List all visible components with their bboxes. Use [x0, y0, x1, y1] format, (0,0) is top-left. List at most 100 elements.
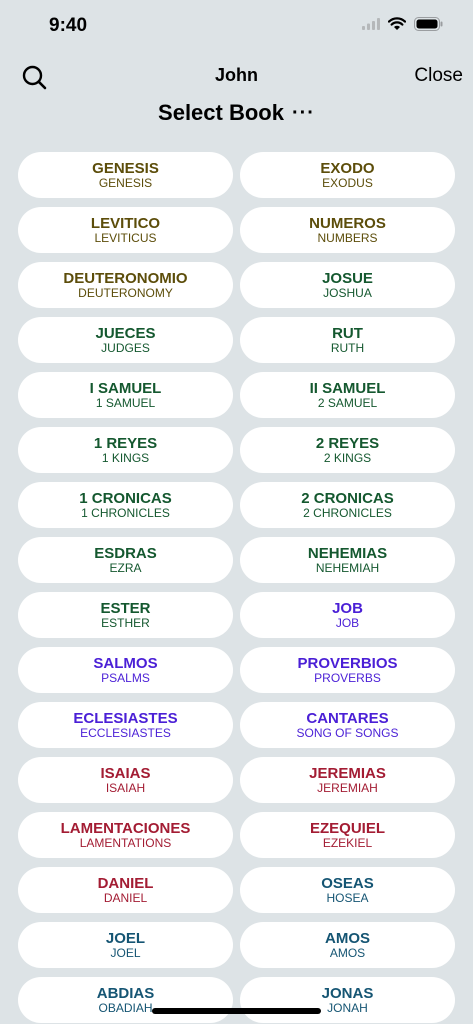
book-button-jonah[interactable]: JONAS JONAH — [240, 977, 455, 1023]
battery-icon — [414, 17, 443, 31]
book-name-spanish: JOEL — [105, 929, 146, 947]
book-button-job[interactable]: JOB JOB — [240, 592, 455, 638]
home-indicator — [152, 1008, 321, 1014]
book-name-english: DEUTERONOMY — [78, 285, 173, 300]
book-name-english: JUDGES — [101, 340, 150, 355]
book-name-spanish: JEREMIAS — [309, 764, 386, 782]
book-name-spanish: EZEQUIEL — [309, 819, 385, 837]
book-name-spanish: ECLESIASTES — [73, 709, 178, 727]
book-name-english: 2 CHRONICLES — [303, 505, 392, 520]
book-name-spanish: LEVITICO — [90, 214, 161, 232]
book-name-english: AMOS — [329, 945, 366, 960]
book-name-spanish: LAMENTACIONES — [60, 819, 191, 837]
close-button[interactable]: Close — [414, 65, 463, 87]
status-bar: 9:40 — [0, 0, 473, 52]
book-name-english: 1 KINGS — [101, 450, 150, 465]
book-name-english: LAMENTATIONS — [79, 835, 172, 850]
nav-title: John — [215, 65, 258, 85]
book-name-english: 1 SAMUEL — [95, 395, 156, 410]
book-name-english: PROVERBS — [314, 670, 381, 685]
book-name-english: EZRA — [109, 560, 142, 575]
book-button-song-of-songs[interactable]: CANTARES SONG OF SONGS — [240, 702, 455, 748]
book-button-obadiah[interactable]: ABDIAS OBADIAH — [18, 977, 233, 1023]
book-button-2-chronicles[interactable]: 2 CRONICAS 2 CHRONICLES — [240, 482, 455, 528]
nav-bar: John Close — [0, 55, 473, 99]
status-time: 9:40 — [49, 15, 88, 36]
book-grid: GENESIS GENESIS EXODO EXODUS LEVITICO LEVITIC… — [18, 152, 455, 1023]
book-name-english: ECCLESIASTES — [80, 725, 171, 740]
book-button-genesis[interactable]: GENESIS GENESIS — [18, 152, 233, 198]
book-button-jeremiah[interactable]: JEREMIAS JEREMIAH — [240, 757, 455, 803]
book-name-spanish: JONAS — [321, 984, 374, 1002]
book-name-english: SONG OF SONGS — [296, 725, 399, 740]
book-button-judges[interactable]: JUECES JUDGES — [18, 317, 233, 363]
book-name-english: 2 SAMUEL — [317, 395, 378, 410]
book-button-psalms[interactable]: SALMOS PSALMS — [18, 647, 233, 693]
book-button-ecclesiastes[interactable]: ECLESIASTES ECCLESIASTES — [18, 702, 233, 748]
book-name-english: JOEL — [110, 945, 141, 960]
book-name-spanish: ISAIAS — [100, 764, 151, 782]
book-name-spanish: JOSUE — [322, 269, 373, 287]
book-button-numbers[interactable]: NUMEROS NUMBERS — [240, 207, 455, 253]
book-name-english: ESTHER — [101, 615, 150, 630]
book-button-1-kings[interactable]: 1 REYES 1 KINGS — [18, 427, 233, 473]
book-button-ruth[interactable]: RUT RUTH — [240, 317, 455, 363]
book-button-2-samuel[interactable]: II SAMUEL 2 SAMUEL — [240, 372, 455, 418]
book-name-spanish: GENESIS — [92, 159, 159, 177]
book-name-spanish: DEUTERONOMIO — [63, 269, 188, 287]
book-name-english: JOB — [335, 615, 360, 630]
book-name-spanish: 2 CRONICAS — [301, 489, 394, 507]
book-name-spanish: EXODO — [320, 159, 375, 177]
book-button-daniel[interactable]: DANIEL DANIEL — [18, 867, 233, 913]
book-name-english: RUTH — [330, 340, 365, 355]
wifi-icon — [388, 17, 406, 30]
book-name-spanish: NEHEMIAS — [307, 544, 388, 562]
book-name-english: LEVITICUS — [94, 230, 157, 245]
status-icons — [362, 17, 443, 31]
book-button-deuteronomy[interactable]: DEUTERONOMIO DEUTERONOMY — [18, 262, 233, 308]
book-button-lamentations[interactable]: LAMENTACIONES LAMENTATIONS — [18, 812, 233, 858]
more-options-icon[interactable]: ··· — [292, 102, 315, 125]
book-button-joshua[interactable]: JOSUE JOSHUA — [240, 262, 455, 308]
book-button-hosea[interactable]: OSEAS HOSEA — [240, 867, 455, 913]
section-header: Select Book ··· — [0, 97, 473, 129]
book-name-english: JONAH — [327, 1000, 368, 1015]
book-name-spanish: RUT — [332, 324, 363, 342]
book-button-exodus[interactable]: EXODO EXODUS — [240, 152, 455, 198]
book-name-english: ISAIAH — [105, 780, 146, 795]
book-button-2-kings[interactable]: 2 REYES 2 KINGS — [240, 427, 455, 473]
book-name-english: HOSEA — [326, 890, 369, 905]
book-name-english: NEHEMIAH — [315, 560, 380, 575]
page-title: Select Book — [158, 100, 284, 125]
book-button-ezekiel[interactable]: EZEQUIEL EZEKIEL — [240, 812, 455, 858]
book-name-spanish: DANIEL — [97, 874, 154, 892]
book-button-1-samuel[interactable]: I SAMUEL 1 SAMUEL — [18, 372, 233, 418]
signal-icon — [362, 18, 380, 30]
book-button-leviticus[interactable]: LEVITICO LEVITICUS — [18, 207, 233, 253]
book-name-spanish: II SAMUEL — [309, 379, 386, 397]
book-name-spanish: ABDIAS — [96, 984, 155, 1002]
book-name-spanish: SALMOS — [93, 654, 158, 672]
book-name-spanish: PROVERBIOS — [297, 654, 398, 672]
book-name-english: OBADIAH — [98, 1000, 153, 1015]
book-button-amos[interactable]: AMOS AMOS — [240, 922, 455, 968]
book-button-nehemiah[interactable]: NEHEMIAS NEHEMIAH — [240, 537, 455, 583]
book-button-esther[interactable]: ESTER ESTHER — [18, 592, 233, 638]
book-name-english: EZEKIEL — [322, 835, 373, 850]
book-button-ezra[interactable]: ESDRAS EZRA — [18, 537, 233, 583]
book-name-english: DANIEL — [103, 890, 148, 905]
book-name-spanish: 1 CRONICAS — [79, 489, 172, 507]
book-name-english: JEREMIAH — [317, 780, 378, 795]
book-button-1-chronicles[interactable]: 1 CRONICAS 1 CHRONICLES — [18, 482, 233, 528]
book-name-spanish: OSEAS — [321, 874, 374, 892]
book-button-isaiah[interactable]: ISAIAS ISAIAH — [18, 757, 233, 803]
book-name-spanish: 1 REYES — [93, 434, 158, 452]
book-name-spanish: JUECES — [95, 324, 156, 342]
book-button-proverbs[interactable]: PROVERBIOS PROVERBS — [240, 647, 455, 693]
book-name-spanish: ESTER — [100, 599, 151, 617]
book-name-english: 1 CHRONICLES — [81, 505, 170, 520]
book-name-english: PSALMS — [101, 670, 150, 685]
book-button-joel[interactable]: JOEL JOEL — [18, 922, 233, 968]
book-name-english: EXODUS — [322, 175, 373, 190]
book-name-english: JOSHUA — [323, 285, 372, 300]
